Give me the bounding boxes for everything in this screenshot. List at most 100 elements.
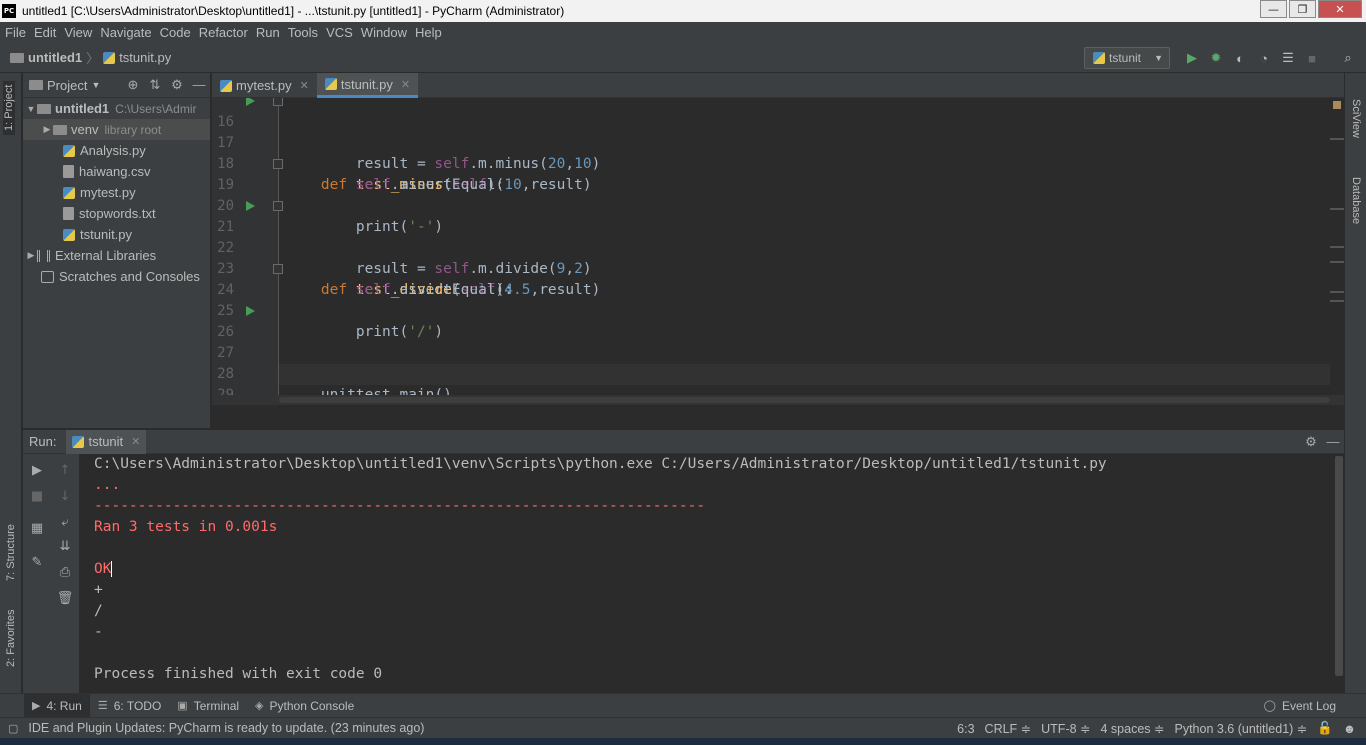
gear-icon[interactable]: ⚙ — [1300, 434, 1322, 450]
pycharm-logo-icon: PC — [2, 4, 16, 18]
console-dots: ... — [94, 477, 121, 493]
run-tab-tstunit[interactable]: tstunit ✕ — [66, 429, 147, 454]
menu-vcs[interactable]: VCS — [322, 25, 357, 40]
tree-root-label: untitled1 — [55, 101, 110, 116]
tool-tab-event-log[interactable]: ◯ Event Log — [1256, 694, 1344, 718]
collapse-arrow-icon[interactable]: ▶ — [25, 250, 37, 261]
rerun-icon[interactable]: ▶ — [27, 460, 47, 480]
search-icon[interactable]: ⌕ — [1336, 49, 1360, 67]
code-editor[interactable]: 16 def test_minus(self): 17 result = sel… — [212, 98, 1344, 405]
run-configuration-select[interactable]: tstunit ▼ — [1084, 47, 1170, 69]
breadcrumb-file[interactable]: tstunit.py — [103, 50, 171, 65]
fold-marker-icon[interactable] — [273, 98, 283, 106]
close-tab-icon[interactable]: ✕ — [131, 435, 140, 448]
stop-icon[interactable]: ■ — [27, 486, 47, 506]
fold-marker-icon[interactable] — [273, 264, 283, 274]
fold-marker-icon[interactable] — [273, 201, 283, 211]
tree-item-analysis[interactable]: Analysis.py — [23, 140, 210, 161]
console-scrollbar[interactable] — [1334, 454, 1344, 693]
coverage-icon[interactable]: ◐ — [1228, 49, 1252, 67]
menu-tools[interactable]: Tools — [284, 25, 322, 40]
tree-item-label: Scratches and Consoles — [59, 269, 200, 284]
tool-tab-run[interactable]: ▶ 4: Run — [24, 693, 90, 718]
menu-view[interactable]: View — [60, 25, 96, 40]
trash-icon[interactable]: 🗑 — [55, 588, 75, 608]
editor-horizontal-scrollbar[interactable] — [212, 395, 1344, 405]
locate-icon[interactable]: ⊕ — [122, 77, 144, 93]
maximize-button[interactable]: ❐ — [1289, 0, 1316, 18]
menu-run[interactable]: Run — [252, 25, 284, 40]
scroll-up-icon[interactable]: ↑ — [55, 460, 75, 480]
inspector-icon[interactable]: ☻ — [1343, 722, 1356, 736]
console-scroll-thumb[interactable] — [1335, 456, 1343, 676]
tree-item-label: venv — [71, 122, 99, 137]
run-icon[interactable]: ▶ — [1180, 49, 1204, 67]
tree-item-mytest[interactable]: mytest.py — [23, 182, 210, 203]
database-tool-button[interactable]: Database — [1350, 177, 1362, 224]
status-message[interactable]: IDE and Plugin Updates: PyCharm is ready… — [28, 721, 424, 735]
menu-window[interactable]: Window — [357, 25, 411, 40]
editor-tabs: mytest.py ✕ tstunit.py ✕ — [212, 73, 1344, 98]
favorites-tool-button[interactable]: 2: Favorites — [5, 610, 17, 667]
run-configuration-label: tstunit — [1109, 51, 1142, 65]
collapse-arrow-icon[interactable]: ▶ — [41, 124, 53, 135]
tree-item-label: tstunit.py — [80, 227, 133, 242]
tree-item-scratches[interactable]: Scratches and Consoles — [23, 266, 210, 287]
tree-root[interactable]: ▼ untitled1 C:\Users\Admir — [23, 98, 210, 119]
python-interpreter[interactable]: Python 3.6 (untitled1) ≑ — [1174, 721, 1307, 736]
minimize-button[interactable]: — — [1260, 0, 1287, 18]
profile-icon[interactable]: ◔ — [1252, 49, 1276, 67]
run-test-icon[interactable] — [246, 98, 255, 106]
collapse-all-icon[interactable]: ⇅ — [144, 77, 166, 93]
breadcrumb-project[interactable]: untitled1 — [10, 50, 82, 65]
menu-file[interactable]: File — [0, 25, 30, 40]
stop-icon[interactable]: ■ — [1300, 49, 1324, 67]
line-separator[interactable]: CRLF ≑ — [985, 721, 1032, 736]
menu-edit[interactable]: Edit — [30, 25, 60, 40]
tree-item-tstunit[interactable]: tstunit.py — [23, 224, 210, 245]
file-encoding[interactable]: UTF-8 ≑ — [1041, 721, 1090, 736]
run-main-icon[interactable] — [246, 306, 255, 316]
scroll-to-end-icon[interactable]: ⇊ — [55, 536, 75, 556]
tree-item-haiwang[interactable]: haiwang.csv — [23, 161, 210, 182]
print-icon[interactable]: ⎙ — [55, 562, 75, 582]
menu-code[interactable]: Code — [156, 25, 195, 40]
tool-tab-todo[interactable]: ☰ 6: TODO — [90, 694, 169, 718]
tool-windows-icon[interactable]: ▢ — [8, 722, 18, 735]
tab-mytest[interactable]: mytest.py ✕ — [212, 73, 317, 98]
lock-icon[interactable]: 🔓 — [1317, 721, 1333, 736]
caret-position[interactable]: 6:3 — [957, 722, 974, 736]
restore-layout-icon[interactable]: ▦ — [27, 518, 47, 538]
tree-item-venv[interactable]: ▶ venv library root — [23, 119, 210, 140]
gear-icon[interactable]: ⚙ — [166, 77, 188, 93]
console-output[interactable]: C:\Users\Administrator\Desktop\untitled1… — [79, 454, 1344, 693]
soft-wrap-icon[interactable]: ⤶ — [55, 512, 75, 532]
menu-navigate[interactable]: Navigate — [96, 25, 155, 40]
close-tab-icon[interactable]: ✕ — [300, 79, 309, 92]
tree-item-label: stopwords.txt — [79, 206, 156, 221]
indent-setting[interactable]: 4 spaces ≑ — [1101, 721, 1165, 736]
concurrency-icon[interactable]: ☰ — [1276, 49, 1300, 67]
expand-arrow-icon[interactable]: ▼ — [25, 104, 37, 114]
project-view-selector[interactable]: Project ▼ — [29, 78, 100, 93]
tool-tab-terminal[interactable]: ▣ Terminal — [169, 694, 247, 718]
project-tool-button[interactable]: 1: Project — [3, 80, 15, 135]
tree-item-stopwords[interactable]: stopwords.txt — [23, 203, 210, 224]
run-test-icon[interactable] — [246, 201, 255, 211]
debug-icon[interactable]: ✹ — [1204, 49, 1228, 67]
editor-scrollbar[interactable] — [1330, 98, 1344, 405]
scroll-down-icon[interactable]: ↓ — [55, 486, 75, 506]
sciview-tool-button[interactable]: SciView — [1350, 99, 1362, 138]
tab-tstunit[interactable]: tstunit.py ✕ — [316, 73, 419, 98]
hide-icon[interactable]: — — [1322, 434, 1344, 450]
menu-help[interactable]: Help — [411, 25, 446, 40]
hide-icon[interactable]: — — [188, 77, 210, 93]
close-tab-icon[interactable]: ✕ — [401, 78, 410, 91]
close-button[interactable]: ✕ — [1318, 0, 1362, 18]
fold-marker-icon[interactable] — [273, 159, 283, 169]
tree-item-external-libraries[interactable]: ▶ External Libraries — [23, 245, 210, 266]
tool-tab-python-console[interactable]: ◈ Python Console — [247, 694, 362, 718]
pin-icon[interactable]: ✎ — [27, 552, 47, 572]
menu-refactor[interactable]: Refactor — [195, 25, 252, 40]
structure-tool-button[interactable]: 7: Structure — [5, 524, 17, 581]
